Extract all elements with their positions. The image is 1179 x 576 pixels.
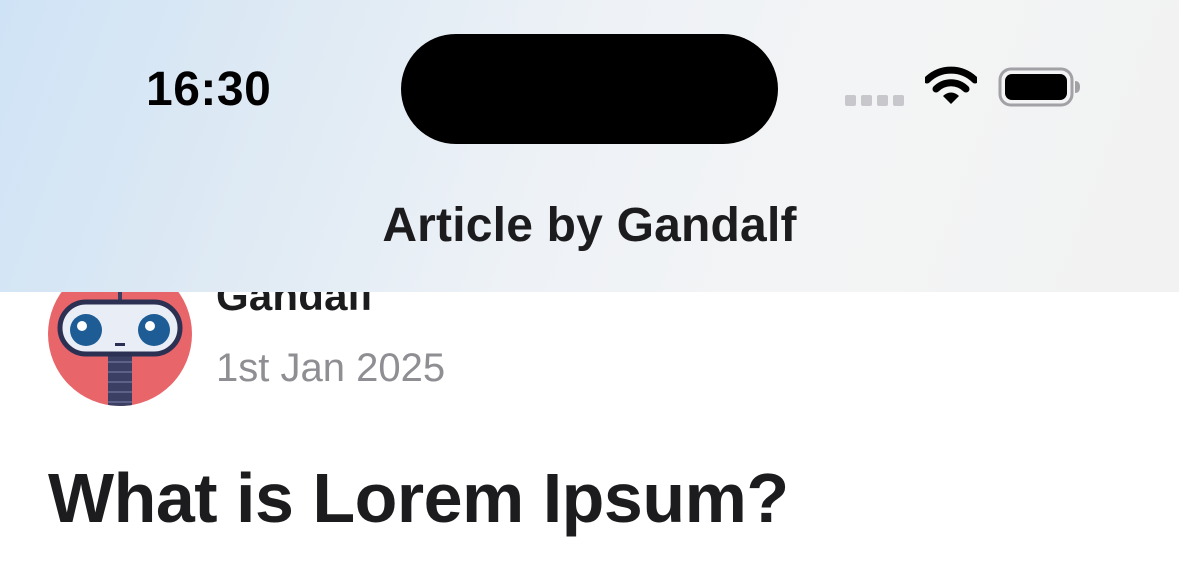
wifi-icon — [925, 66, 977, 104]
signal-dots-icon — [845, 95, 904, 106]
screen: Gandalf 1st Jan 2025 What is Lorem Ipsum… — [0, 0, 1179, 576]
nav-title: Article by Gandalf — [382, 199, 797, 252]
post-date: 1st Jan 2025 — [216, 346, 446, 390]
article-title: What is Lorem Ipsum? — [48, 459, 789, 537]
battery-icon — [998, 67, 1080, 107]
status-time: 16:30 — [146, 63, 272, 116]
navigation-bar: 16:30 Article by Gandalf — [0, 0, 1179, 292]
dynamic-island — [401, 34, 778, 144]
